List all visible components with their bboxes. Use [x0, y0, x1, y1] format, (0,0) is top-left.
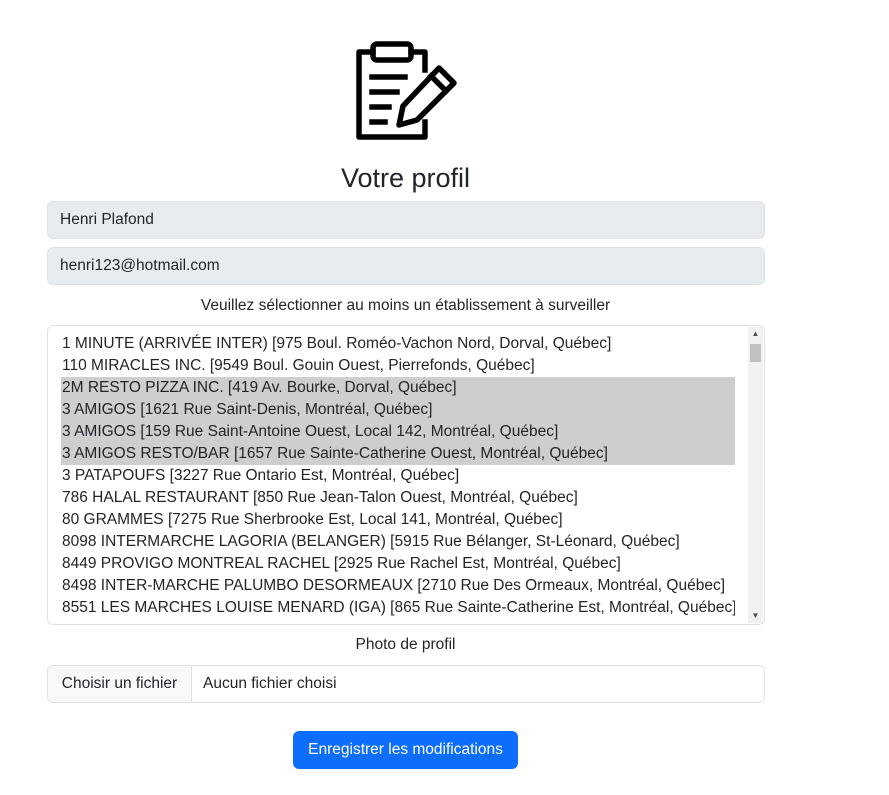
clipboard-edit-icon	[356, 41, 457, 140]
profile-page: Votre profil Henri Plafond henri123@hotm…	[0, 0, 889, 795]
establishment-option[interactable]: 8498 INTER-MARCHE PALUMBO DESORMEAUX [27…	[61, 575, 735, 597]
establishment-option[interactable]: 8449 PROVIGO MONTREAL RACHEL [2925 Rue R…	[61, 553, 735, 575]
page-title: Votre profil	[340, 163, 471, 193]
choose-file-button[interactable]: Choisir un fichier	[48, 666, 192, 702]
establishment-option[interactable]: 3 AMIGOS [159 Rue Saint-Antoine Ouest, L…	[61, 421, 735, 443]
triangle-down-icon[interactable]: ▼	[748, 609, 763, 623]
photo-label: Photo de profil	[355, 636, 456, 653]
establishment-option[interactable]: 3 PATAPOUFS [3227 Rue Ontario Est, Montr…	[61, 465, 735, 487]
establishment-option[interactable]: 2M RESTO PIZZA INC. [419 Av. Bourke, Dor…	[61, 377, 735, 399]
listbox-scrollbar[interactable]: ▲ ▼	[748, 327, 763, 623]
establishment-option[interactable]: 3 AMIGOS RESTO/BAR [1657 Rue Sainte-Cath…	[61, 443, 735, 465]
photo-file-input[interactable]: Choisir un fichier Aucun fichier choisi	[47, 665, 765, 703]
establishment-option[interactable]: 110 MIRACLES INC. [9549 Boul. Gouin Oues…	[61, 355, 735, 377]
email-field[interactable]: henri123@hotmail.com	[47, 247, 765, 285]
establishment-option[interactable]: 8098 INTERMARCHE LAGORIA (BELANGER) [591…	[61, 531, 735, 553]
triangle-up-icon[interactable]: ▲	[748, 327, 763, 341]
file-status: Aucun fichier choisi	[203, 675, 337, 692]
scrollbar-thumb[interactable]	[750, 344, 761, 362]
establishment-option[interactable]: 1 MINUTE (ARRIVÉE INTER) [975 Boul. Romé…	[61, 333, 735, 355]
establishment-option[interactable]: 3 AMIGOS [1621 Rue Saint-Denis, Montréal…	[61, 399, 735, 421]
establishments-options: 1 MINUTE (ARRIVÉE INTER) [975 Boul. Romé…	[61, 333, 735, 619]
establishment-option[interactable]: 786 HALAL RESTAURANT [850 Rue Jean-Talon…	[61, 487, 735, 509]
establishments-hint: Veuillez sélectionner au moins un établi…	[200, 297, 611, 314]
establishments-select[interactable]: 1 MINUTE (ARRIVÉE INTER) [975 Boul. Romé…	[47, 325, 765, 625]
establishment-option[interactable]: 8551 LES MARCHES LOUISE MENARD (IGA) [86…	[61, 597, 735, 619]
establishment-option[interactable]: 80 GRAMMES [7275 Rue Sherbrooke Est, Loc…	[61, 509, 735, 531]
name-field[interactable]: Henri Plafond	[47, 201, 765, 239]
save-button[interactable]: Enregistrer les modifications	[293, 731, 518, 769]
